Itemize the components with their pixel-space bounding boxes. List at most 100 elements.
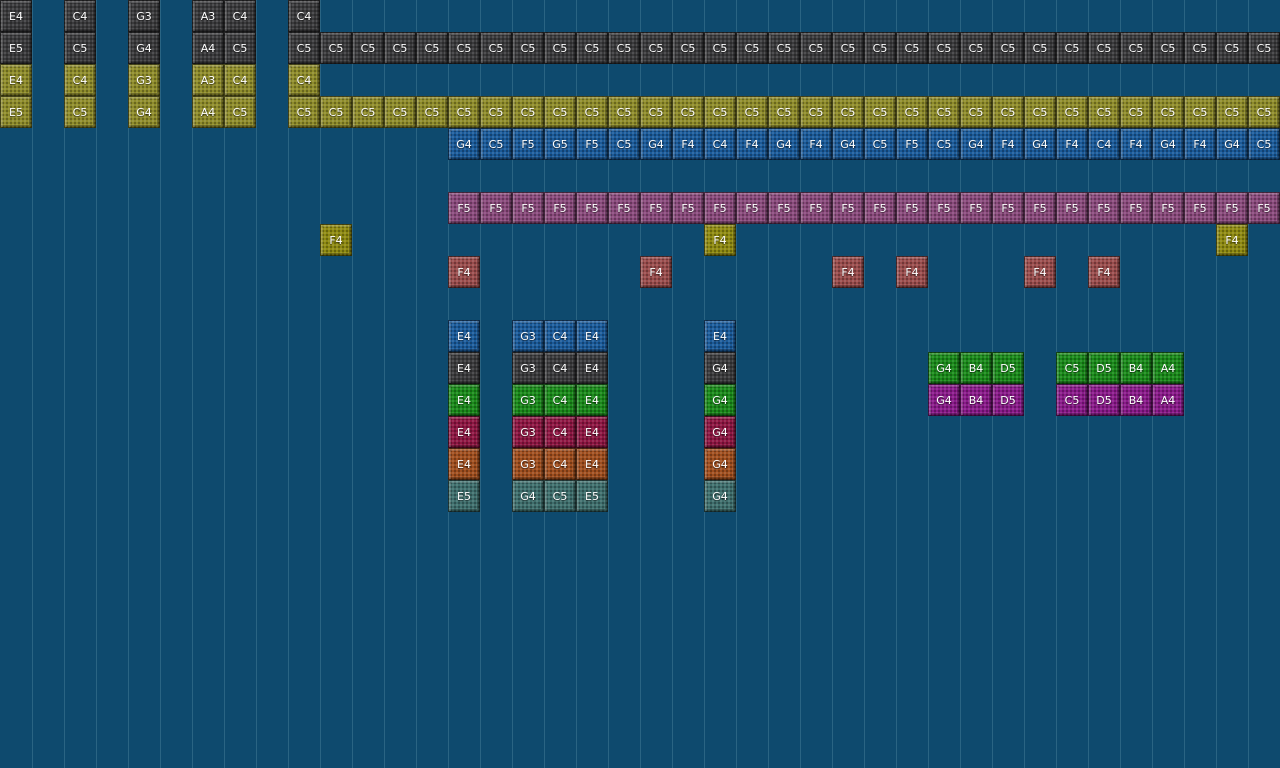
- note-block[interactable]: C5: [864, 96, 896, 128]
- note-block[interactable]: C5: [224, 32, 256, 64]
- note-block[interactable]: A4: [1152, 384, 1184, 416]
- note-block[interactable]: G3: [128, 0, 160, 32]
- note-block[interactable]: F4: [992, 128, 1024, 160]
- note-block[interactable]: G4: [960, 128, 992, 160]
- note-block[interactable]: F4: [1184, 128, 1216, 160]
- note-block[interactable]: C4: [704, 128, 736, 160]
- note-block[interactable]: F5: [800, 192, 832, 224]
- note-block[interactable]: G4: [1152, 128, 1184, 160]
- note-block[interactable]: C4: [64, 64, 96, 96]
- note-block[interactable]: E4: [576, 448, 608, 480]
- note-block[interactable]: E4: [576, 352, 608, 384]
- note-block[interactable]: C5: [64, 96, 96, 128]
- note-block[interactable]: E4: [448, 384, 480, 416]
- note-block[interactable]: G4: [1216, 128, 1248, 160]
- note-block[interactable]: C5: [896, 32, 928, 64]
- note-block[interactable]: C5: [928, 32, 960, 64]
- note-block[interactable]: G4: [704, 416, 736, 448]
- note-block[interactable]: C5: [352, 96, 384, 128]
- note-block[interactable]: C5: [800, 96, 832, 128]
- note-block[interactable]: C5: [320, 96, 352, 128]
- note-block[interactable]: C5: [1248, 32, 1280, 64]
- note-block[interactable]: F5: [1056, 192, 1088, 224]
- note-block[interactable]: C5: [1056, 384, 1088, 416]
- note-block[interactable]: E5: [0, 32, 32, 64]
- note-block[interactable]: F5: [1216, 192, 1248, 224]
- note-block[interactable]: G4: [448, 128, 480, 160]
- note-block[interactable]: C5: [1216, 32, 1248, 64]
- note-block[interactable]: G5: [544, 128, 576, 160]
- note-block[interactable]: C5: [1088, 32, 1120, 64]
- note-block[interactable]: F5: [992, 192, 1024, 224]
- note-block[interactable]: C5: [640, 96, 672, 128]
- note-block[interactable]: C5: [896, 96, 928, 128]
- note-block[interactable]: F5: [1152, 192, 1184, 224]
- note-block[interactable]: F5: [1184, 192, 1216, 224]
- note-block[interactable]: C5: [480, 96, 512, 128]
- note-block[interactable]: C5: [512, 32, 544, 64]
- note-block[interactable]: G3: [512, 352, 544, 384]
- note-block[interactable]: E5: [576, 480, 608, 512]
- note-block[interactable]: C5: [1184, 32, 1216, 64]
- note-block[interactable]: C5: [1184, 96, 1216, 128]
- note-block[interactable]: A4: [1152, 352, 1184, 384]
- note-block[interactable]: F5: [896, 128, 928, 160]
- note-block[interactable]: G4: [768, 128, 800, 160]
- note-block[interactable]: D5: [1088, 352, 1120, 384]
- note-block[interactable]: C5: [544, 96, 576, 128]
- note-block[interactable]: F4: [704, 224, 736, 256]
- note-block[interactable]: B4: [960, 384, 992, 416]
- note-block[interactable]: C4: [1088, 128, 1120, 160]
- note-block[interactable]: C5: [1024, 96, 1056, 128]
- note-block[interactable]: G4: [704, 480, 736, 512]
- note-block[interactable]: C5: [448, 96, 480, 128]
- note-block[interactable]: F4: [1088, 256, 1120, 288]
- note-block[interactable]: E4: [0, 64, 32, 96]
- note-block[interactable]: E4: [576, 416, 608, 448]
- note-block[interactable]: C5: [672, 96, 704, 128]
- note-block[interactable]: F5: [864, 192, 896, 224]
- note-block[interactable]: G3: [512, 384, 544, 416]
- note-block[interactable]: G3: [512, 320, 544, 352]
- note-block[interactable]: E4: [448, 320, 480, 352]
- note-block[interactable]: F4: [1216, 224, 1248, 256]
- note-block[interactable]: E4: [0, 0, 32, 32]
- note-block[interactable]: C5: [544, 480, 576, 512]
- note-block[interactable]: C5: [384, 96, 416, 128]
- note-block[interactable]: C5: [224, 96, 256, 128]
- note-block[interactable]: G4: [640, 128, 672, 160]
- note-block[interactable]: F4: [800, 128, 832, 160]
- note-block[interactable]: G4: [832, 128, 864, 160]
- note-block[interactable]: C5: [704, 32, 736, 64]
- note-block[interactable]: F5: [928, 192, 960, 224]
- note-block[interactable]: D5: [1088, 384, 1120, 416]
- note-block[interactable]: E4: [576, 320, 608, 352]
- note-block[interactable]: C5: [320, 32, 352, 64]
- note-block[interactable]: C4: [64, 0, 96, 32]
- note-block[interactable]: F4: [1056, 128, 1088, 160]
- note-block[interactable]: C5: [1056, 32, 1088, 64]
- note-block[interactable]: C5: [928, 96, 960, 128]
- note-block[interactable]: G4: [704, 352, 736, 384]
- note-block[interactable]: F5: [672, 192, 704, 224]
- note-block[interactable]: C5: [608, 96, 640, 128]
- note-block[interactable]: C4: [224, 64, 256, 96]
- note-block[interactable]: C5: [768, 32, 800, 64]
- note-block[interactable]: F4: [832, 256, 864, 288]
- note-block[interactable]: B4: [960, 352, 992, 384]
- note-block[interactable]: C4: [288, 64, 320, 96]
- note-block[interactable]: F5: [768, 192, 800, 224]
- note-block[interactable]: D5: [992, 352, 1024, 384]
- note-block[interactable]: F5: [704, 192, 736, 224]
- note-block[interactable]: C5: [960, 32, 992, 64]
- note-block[interactable]: F5: [448, 192, 480, 224]
- note-block[interactable]: C5: [864, 32, 896, 64]
- note-block[interactable]: G4: [128, 32, 160, 64]
- note-block[interactable]: C5: [576, 96, 608, 128]
- note-block[interactable]: C5: [928, 128, 960, 160]
- note-block[interactable]: C5: [672, 32, 704, 64]
- note-block[interactable]: F4: [640, 256, 672, 288]
- note-block[interactable]: C5: [704, 96, 736, 128]
- note-block[interactable]: F5: [736, 192, 768, 224]
- note-block[interactable]: E4: [576, 384, 608, 416]
